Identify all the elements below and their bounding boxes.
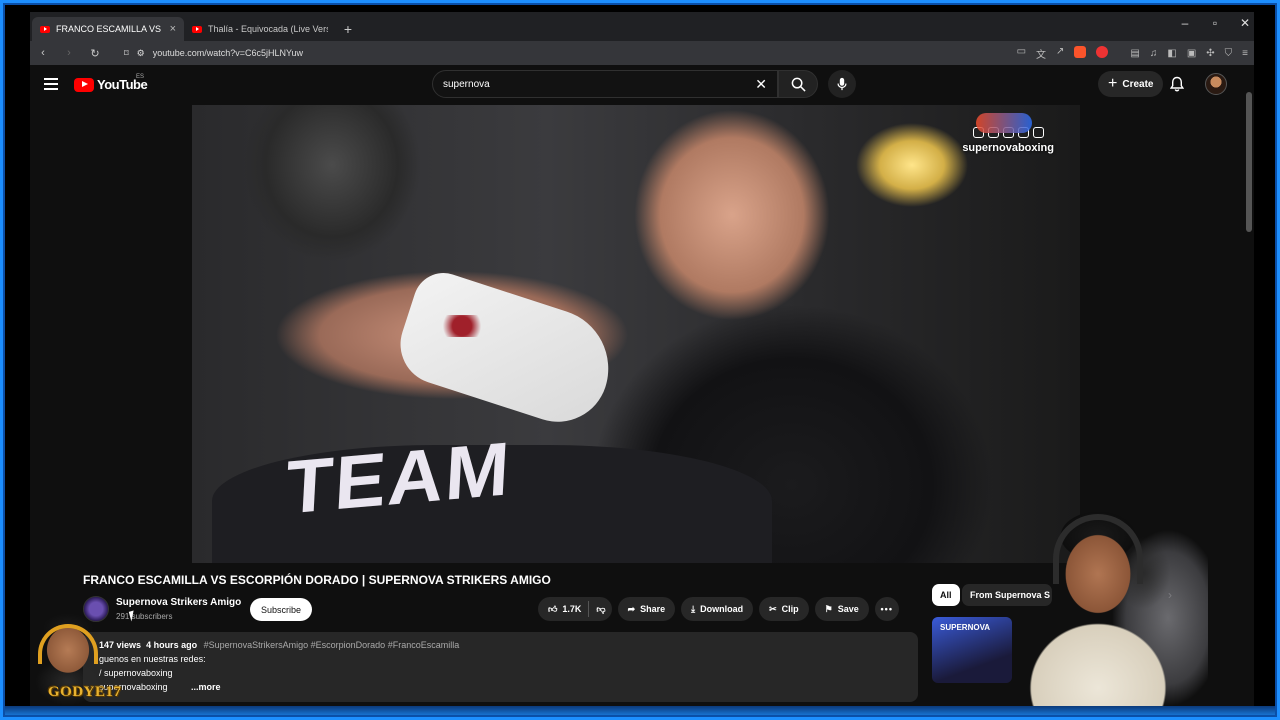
browser-tab-active[interactable]: FRANCO ESCAMILLA VS ESC × xyxy=(32,17,184,41)
clip-button[interactable]: ✂ Clip xyxy=(759,597,809,621)
like-icon[interactable]: 👍︎ xyxy=(548,604,557,615)
video-watermark: supernovaboxing xyxy=(962,105,1054,154)
headphones-icon xyxy=(38,624,98,664)
brave-rewards-icon[interactable] xyxy=(1096,45,1109,58)
scrollbar-thumb[interactable] xyxy=(1246,92,1252,232)
reload-icon[interactable]: ↻ xyxy=(88,47,102,60)
microphone-icon xyxy=(837,77,847,91)
chip-all[interactable]: All xyxy=(932,584,960,606)
subscribe-button[interactable]: Subscribe xyxy=(250,598,313,621)
hamburger-menu-icon[interactable] xyxy=(44,78,58,93)
like-count[interactable]: 1.7K xyxy=(562,604,581,614)
tab-title: FRANCO ESCAMILLA VS ESC xyxy=(56,24,164,34)
divider xyxy=(588,601,590,617)
restore-button[interactable]: ▫ xyxy=(1210,16,1220,30)
more-icon: ••• xyxy=(880,604,893,614)
bookmark-icon: ⚑ xyxy=(824,603,833,614)
omnibox-actions: ▭ 文 ↗ xyxy=(1017,45,1109,61)
tab-close-icon[interactable]: × xyxy=(170,23,176,35)
watermark-handle: supernovaboxing xyxy=(962,142,1054,154)
account-avatar[interactable] xyxy=(1205,73,1227,95)
forward-icon[interactable]: › xyxy=(62,47,76,59)
video-actions: 👍︎ 1.7K 👎︎ ➦ Share ⤓ Download ✂ Clip ⚑ S… xyxy=(538,597,899,621)
youtube-play-icon xyxy=(74,77,94,92)
region-code: ES xyxy=(136,74,145,80)
page-scrollbar[interactable] xyxy=(1246,72,1252,702)
share-label: Share xyxy=(640,604,666,614)
search-icon xyxy=(791,77,806,92)
close-window-button[interactable]: ✕ xyxy=(1240,16,1250,30)
split-view-icon[interactable]: ◧ xyxy=(1167,48,1176,59)
save-button[interactable]: ⚑ Save xyxy=(814,597,869,621)
menu-icon[interactable]: ≡ xyxy=(1242,48,1248,59)
channel-name[interactable]: Supernova Strikers Amigo xyxy=(116,597,241,608)
address-bar[interactable]: ⌑ ⚙ youtube.com/watch?v=C6c5jHLNYuw ▭ 文 … xyxy=(114,43,1118,63)
sidebar-panel-icon[interactable]: ▤ xyxy=(1130,48,1139,59)
streamer-tag: GODYE17 xyxy=(48,684,122,700)
youtube-favicon-icon xyxy=(40,25,50,33)
browser-tab[interactable]: Thalía - Equivocada (Live Version) - Y xyxy=(184,17,336,41)
extensions-icon[interactable]: ✣ xyxy=(1206,48,1214,59)
video-player[interactable]: TEAM supernovaboxing xyxy=(192,105,1080,563)
notifications-bell-icon[interactable] xyxy=(1170,76,1184,92)
share-icon: ➦ xyxy=(627,603,636,614)
clear-search-icon[interactable]: ✕ xyxy=(755,76,767,93)
translate-icon[interactable]: 文 xyxy=(1036,46,1046,61)
facebook-icon xyxy=(1032,127,1044,138)
description-box[interactable]: 147 views 4 hours ago #SupernovaStrikers… xyxy=(83,632,918,702)
video-frame-detail xyxy=(432,315,492,337)
download-label: Download xyxy=(700,604,744,614)
search-query[interactable]: supernova xyxy=(443,79,755,90)
new-tab-button[interactable]: + xyxy=(336,17,360,41)
bookmark-icon[interactable]: ⌑ xyxy=(124,48,129,59)
dislike-icon[interactable]: 👎︎ xyxy=(596,604,605,615)
clip-label: Clip xyxy=(781,604,799,614)
show-more-link[interactable]: ...more xyxy=(191,682,221,692)
tab-strip: FRANCO ESCAMILLA VS ESC × Thalía - Equiv… xyxy=(30,12,1254,41)
back-icon[interactable]: ‹ xyxy=(36,47,50,59)
subscriber-count: 291 subscribers xyxy=(116,612,173,621)
minimize-button[interactable]: – xyxy=(1180,16,1190,30)
stream-overlay-bottom-bar xyxy=(0,706,1280,720)
url-text[interactable]: youtube.com/watch?v=C6c5jHLNYuw xyxy=(153,48,303,58)
scissors-icon: ✂ xyxy=(769,603,777,614)
video-frame-hand-wrap xyxy=(390,265,624,435)
music-icon[interactable]: ♫ xyxy=(1150,48,1158,59)
voice-search-button[interactable] xyxy=(828,70,856,98)
share-icon[interactable]: ↗ xyxy=(1056,46,1064,61)
brave-shields-icon[interactable] xyxy=(1074,45,1087,58)
vpn-icon[interactable]: ⛉ xyxy=(1225,48,1233,59)
more-actions-button[interactable]: ••• xyxy=(874,597,899,621)
site-info-icon[interactable]: ⚙ xyxy=(137,48,145,59)
description-meta: 147 views 4 hours ago #SupernovaStrikers… xyxy=(99,640,459,650)
streamer-webcam xyxy=(978,498,1208,713)
like-dislike-group: 👍︎ 1.7K 👎︎ xyxy=(538,597,612,621)
youtube-masthead: YouTube ES supernova ✕ + Create xyxy=(30,65,1254,103)
upload-age: 4 hours ago xyxy=(146,640,198,650)
hashtags[interactable]: #SupernovaStrikersAmigo #EscorpionDorado… xyxy=(204,640,460,650)
download-icon: ⤓ xyxy=(691,603,696,614)
browser-toolbar: ‹ › ↻ ⌑ ⚙ youtube.com/watch?v=C6c5jHLNYu… xyxy=(30,41,1254,65)
description-line: guenos en nuestras redes: xyxy=(99,654,206,664)
download-button[interactable]: ⤓ Download xyxy=(681,597,754,621)
youtube-favicon-icon xyxy=(192,25,202,33)
search-button[interactable] xyxy=(778,70,818,98)
view-count: 147 views xyxy=(99,640,142,650)
description-link[interactable]: / supernovaboxing xyxy=(99,668,173,678)
share-button[interactable]: ➦ Share xyxy=(617,597,676,621)
cast-icon[interactable]: ▭ xyxy=(1017,46,1026,61)
window-controls: – ▫ ✕ xyxy=(1180,16,1250,30)
create-label: Create xyxy=(1122,78,1154,90)
save-label: Save xyxy=(837,604,859,614)
search-input[interactable]: supernova ✕ xyxy=(432,70,778,98)
video-title: FRANCO ESCAMILLA VS ESCORPIÓN DORADO | S… xyxy=(83,573,551,587)
tab-title: Thalía - Equivocada (Live Version) - Y xyxy=(208,24,328,34)
headset-icon xyxy=(1053,514,1143,584)
watermark-logo xyxy=(976,113,1033,133)
wallet-icon[interactable]: ▣ xyxy=(1187,48,1196,59)
extensions-bar: ▤ ♫ ◧ ▣ ✣ ⛉ ≡ xyxy=(1130,48,1248,59)
create-button[interactable]: + Create xyxy=(1098,71,1164,97)
plus-icon: + xyxy=(1108,75,1118,92)
